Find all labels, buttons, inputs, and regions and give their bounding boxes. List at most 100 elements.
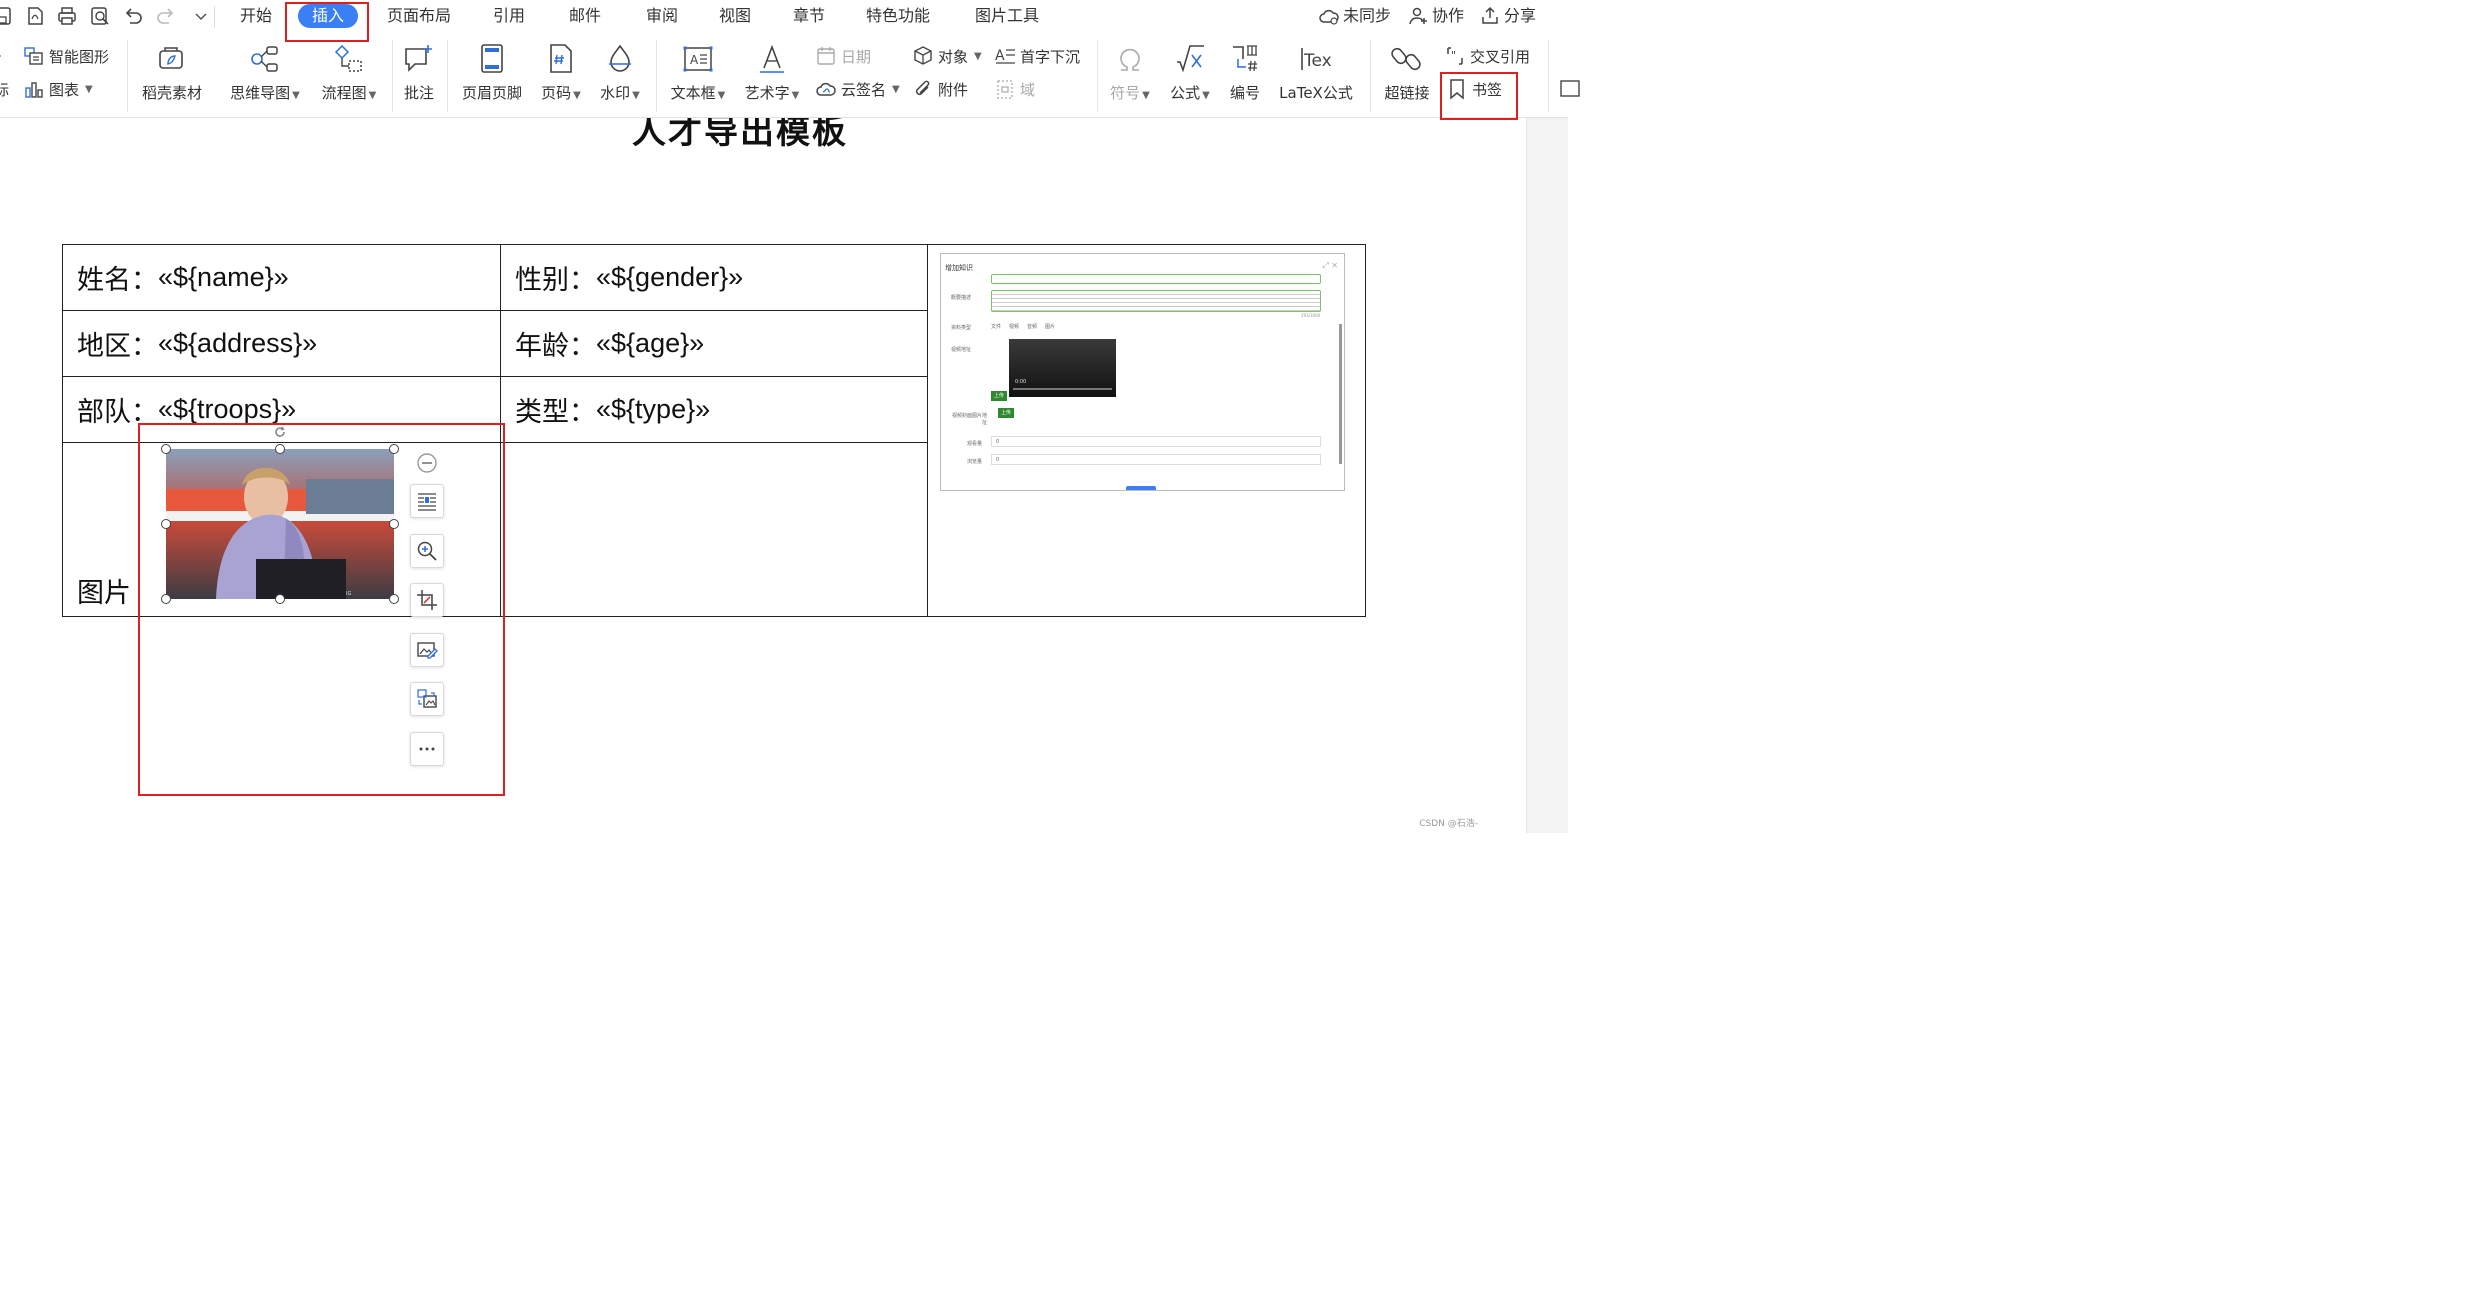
tab-picture-tools[interactable]: 图片工具 [975,5,1039,27]
sync-status[interactable]: 未同步 [1318,5,1391,27]
numbering-icon [1233,45,1257,72]
browse-input: 0 [991,454,1321,465]
tab-review[interactable]: 审阅 [646,5,678,27]
docer-material-button[interactable]: 稻壳素材 [140,42,204,102]
views-input: 0 [991,436,1321,447]
divider [127,40,128,112]
field-icon [997,80,1013,99]
latex-formula-button[interactable]: Tex LaTeX公式 [1276,42,1356,102]
watermark-button[interactable]: 水印 ▼ [598,42,642,105]
paperclip-icon [915,80,930,96]
save-icon[interactable] [0,5,14,27]
tab-references[interactable]: 引用 [493,5,525,27]
cross-reference-button[interactable]: " 交叉引用 [1444,44,1530,68]
document-title: 人才导出模板 [632,118,848,152]
object-icon [914,46,932,65]
divider [1097,40,1098,112]
tab-chapter[interactable]: 章节 [793,5,825,27]
field-label: 视频地址 [951,347,972,353]
picture-label: 图片 [77,578,131,609]
svg-text:A: A [995,48,1005,64]
table-cell-type[interactable]: 类型： «${type}» [501,377,928,443]
export-pdf-icon[interactable] [24,5,46,27]
attachment-button[interactable]: 附件 [912,77,968,101]
submit-button [1126,486,1156,490]
collaborate-button[interactable]: 协作 [1407,5,1464,27]
mind-map-button[interactable]: 思维导图 ▼ [226,42,304,105]
flowchart-icon [334,44,362,72]
shape-button[interactable] [0,44,12,68]
quick-access-dropdown-icon[interactable] [190,5,212,27]
hyperlink-button[interactable]: 超链接 [1382,42,1432,102]
word-art-button[interactable]: 艺术字 ▼ [742,42,802,105]
watermark: CSDN @石浩- [1419,819,1478,829]
comment-button[interactable]: 批注 [400,42,438,102]
chevron-down-icon: ▼ [1142,90,1150,101]
table-cell-empty[interactable] [501,443,928,616]
scrollbar [1339,324,1342,464]
chevron-down-icon: ▼ [974,50,982,62]
page-number-button[interactable]: 页码 ▼ [539,42,583,105]
table-cell-age[interactable]: 年龄： «${age}» [501,311,928,377]
type-radio-group: 文件 视频 音频 图片 [991,324,1056,330]
redo-icon[interactable] [155,5,177,27]
divider [656,40,657,112]
table-cell-address[interactable]: 地区： «${address}» [63,311,501,377]
print-preview-icon[interactable] [89,5,111,27]
text-box-button[interactable]: A 文本框 ▼ [668,42,728,105]
print-icon[interactable] [56,5,78,27]
divider [392,40,393,112]
header-footer-button[interactable]: 页眉页脚 [459,42,525,102]
svg-text:A: A [690,53,699,67]
field-label: 资料类型 [951,325,972,331]
menu-bar: 开始 插入 页面布局 引用 邮件 审阅 视图 章节 特色功能 图片工具 未同步 … [0,0,1568,34]
flowchart-button[interactable]: 流程图 ▼ [317,42,381,105]
insert-ribbon: 标 智能图形 图表 ▼ 稻壳素材 思维导图 ▼ 流程图 ▼ 批注 页眉页脚 页码 ▼ 水… [0,34,1580,118]
omega-icon [1120,48,1140,71]
annotation-box-picture [138,423,505,796]
chevron-down-icon: ▼ [791,90,800,101]
word-art-icon [760,44,784,73]
table-cell-name[interactable]: 姓名： «${name}» [63,245,501,311]
page-number-icon [550,44,572,73]
tab-home[interactable]: 开始 [240,5,272,27]
cloud-sign-button[interactable]: 云签名 ▼ [815,77,900,101]
close-icon: ⤢ ✕ [1322,261,1338,270]
symbol-button[interactable]: 符号 ▼ [1106,42,1154,105]
field-label: 观看量 [967,441,983,447]
smart-shape-button[interactable]: 智能图形 [23,44,109,68]
text-box-icon: A [683,46,713,72]
chevron-down-icon: ▼ [1202,90,1210,101]
chevron-down-icon: ▼ [368,90,377,101]
bar-chart-icon [25,82,43,98]
cross-reference-icon: " [1447,47,1463,65]
share-button[interactable]: 分享 [1479,5,1536,27]
embedded-form-screenshot[interactable]: 增加知识 ⤢ ✕ 概要描述 293/3000 资料类型 文件 视频 音频 图片 … [940,253,1345,491]
upload-button: 上传 [998,408,1014,418]
calendar-icon [817,47,835,65]
chevron-down-icon: ▼ [717,90,726,101]
drop-cap-button[interactable]: A 首字下沉 [994,44,1080,68]
formula-icon [1177,45,1204,73]
share-label: 分享 [1504,6,1537,25]
more-ribbon-icon[interactable] [1560,77,1582,101]
date-button[interactable]: 日期 [815,44,871,68]
formula-button[interactable]: 公式 ▼ [1166,42,1214,105]
tab-mailings[interactable]: 邮件 [569,5,601,27]
docer-material-icon [159,47,183,69]
tab-special-features[interactable]: 特色功能 [866,5,930,27]
char-counter: 293/3000 [1301,313,1321,318]
object-button[interactable]: 对象 ▼ [912,44,982,68]
table-cell-gender[interactable]: 性别： «${gender}» [501,245,928,311]
svg-text:": " [1451,49,1456,62]
chart-button[interactable]: 图表 ▼ [23,77,93,101]
field-button[interactable]: 域 [994,77,1035,101]
edge-left-label[interactable]: 标 [0,77,9,101]
vertical-scrollbar[interactable] [1526,118,1568,833]
tab-view[interactable]: 视图 [719,5,751,27]
field-label: 概要描述 [951,295,972,301]
undo-icon[interactable] [122,5,144,27]
tab-page-layout[interactable]: 页面布局 [387,5,451,27]
input-field [991,274,1321,284]
numbering-button[interactable]: 编号 [1226,42,1264,102]
